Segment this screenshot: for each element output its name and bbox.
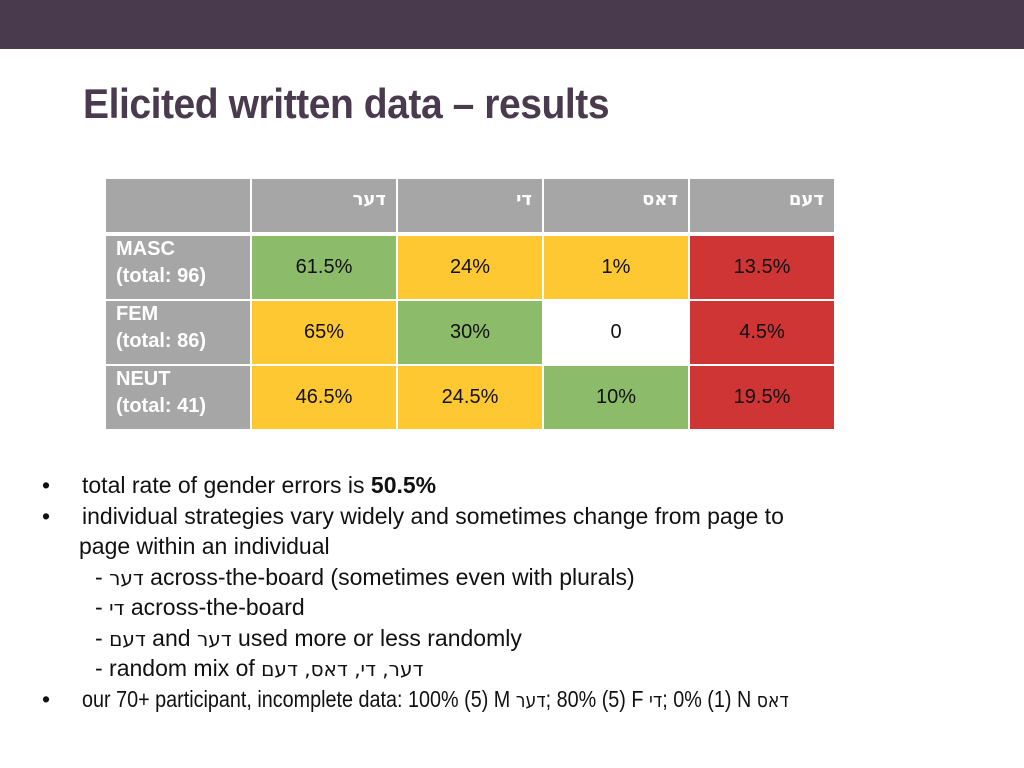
row-label-fem: FEM (total: 86) xyxy=(106,301,250,364)
table-header-di: די xyxy=(398,179,542,232)
sub-item-text: used more or less randomly xyxy=(231,625,522,651)
hebrew-term: דעם xyxy=(109,627,146,651)
hebrew-term: דאס xyxy=(756,688,789,712)
table-cell-masc-dos: 1% xyxy=(544,236,688,299)
row-label-name: FEM xyxy=(116,303,159,325)
table-header-dos: דאס xyxy=(544,179,688,232)
table-header-der: דער xyxy=(252,179,396,232)
row-label-name: NEUT xyxy=(116,368,171,390)
row-label-neut: NEUT (total: 41) xyxy=(106,366,250,429)
dash: - xyxy=(95,594,110,620)
row-label-total: (total: 41) xyxy=(116,395,206,417)
table-cell-fem-dem: 4.5% xyxy=(690,301,834,364)
slide-title: Elicited written data – results xyxy=(83,80,610,127)
table-header-dem: דעם xyxy=(690,179,834,232)
bullet-participant-data: our 70+ participant, incomplete data: 10… xyxy=(82,684,789,716)
bullet-icon: • xyxy=(42,503,51,529)
table-cell-masc-dem: 13.5% xyxy=(690,236,834,299)
sub-item-random-mix: - random mix of דער, די, דאס, דעם xyxy=(95,653,423,685)
bullet-total-error-rate: total rate of gender errors is 50.5% xyxy=(82,470,436,501)
sub-item-text: - random mix of xyxy=(95,655,262,681)
row-label-total: (total: 86) xyxy=(116,330,206,352)
error-rate-value: 50.5% xyxy=(370,472,437,498)
bullet-text: ; 0% (1) N xyxy=(662,686,757,712)
bullet-text: total rate of gender errors is xyxy=(82,472,371,498)
bullet-strategies-line2: page within an individual xyxy=(79,533,330,559)
table-cell-masc-der: 61.5% xyxy=(252,236,396,299)
table-cell-masc-di: 24% xyxy=(398,236,542,299)
table-cell-fem-dos: 0 xyxy=(544,301,688,364)
table-cell-fem-di: 30% xyxy=(398,301,542,364)
sub-item-der: - דער across-the-board (sometimes even w… xyxy=(95,562,635,594)
row-label-masc: MASC (total: 96) xyxy=(106,236,250,299)
sub-item-di: - די across-the-board xyxy=(95,592,305,624)
table-cell-neut-dos: 10% xyxy=(544,366,688,429)
sub-item-text: across-the-board xyxy=(124,594,305,620)
table-cell-neut-dem: 19.5% xyxy=(690,366,834,429)
bullet-icon: • xyxy=(42,686,51,712)
bullet-icon: • xyxy=(42,472,51,498)
row-label-total: (total: 96) xyxy=(116,265,206,287)
sub-item-dem-der: - דעם and דער used more or less randomly xyxy=(95,623,522,655)
bullet-text: our 70+ participant, incomplete data: 10… xyxy=(82,686,516,712)
hebrew-term: די xyxy=(648,688,663,712)
slide-header-bar xyxy=(0,0,1024,49)
row-label-name: MASC xyxy=(116,238,175,260)
bullet-strategies-line1: individual strategies vary widely and so… xyxy=(82,503,784,529)
bullet-text: ; 80% (5) F xyxy=(545,686,649,712)
table-header-corner xyxy=(106,179,250,232)
hebrew-term: די xyxy=(109,596,125,620)
hebrew-term: דער xyxy=(196,627,232,651)
table-cell-fem-der: 65% xyxy=(252,301,396,364)
dash: - xyxy=(95,625,110,651)
table-cell-neut-der: 46.5% xyxy=(252,366,396,429)
hebrew-term: דער xyxy=(515,688,546,712)
table-cell-neut-di: 24.5% xyxy=(398,366,542,429)
dash: - xyxy=(95,564,110,590)
sub-item-text: across-the-board (sometimes even with pl… xyxy=(143,564,635,590)
hebrew-terms: דער, די, דאס, דעם xyxy=(261,657,424,681)
sub-item-text: and xyxy=(145,625,197,651)
hebrew-term: דער xyxy=(109,566,144,590)
